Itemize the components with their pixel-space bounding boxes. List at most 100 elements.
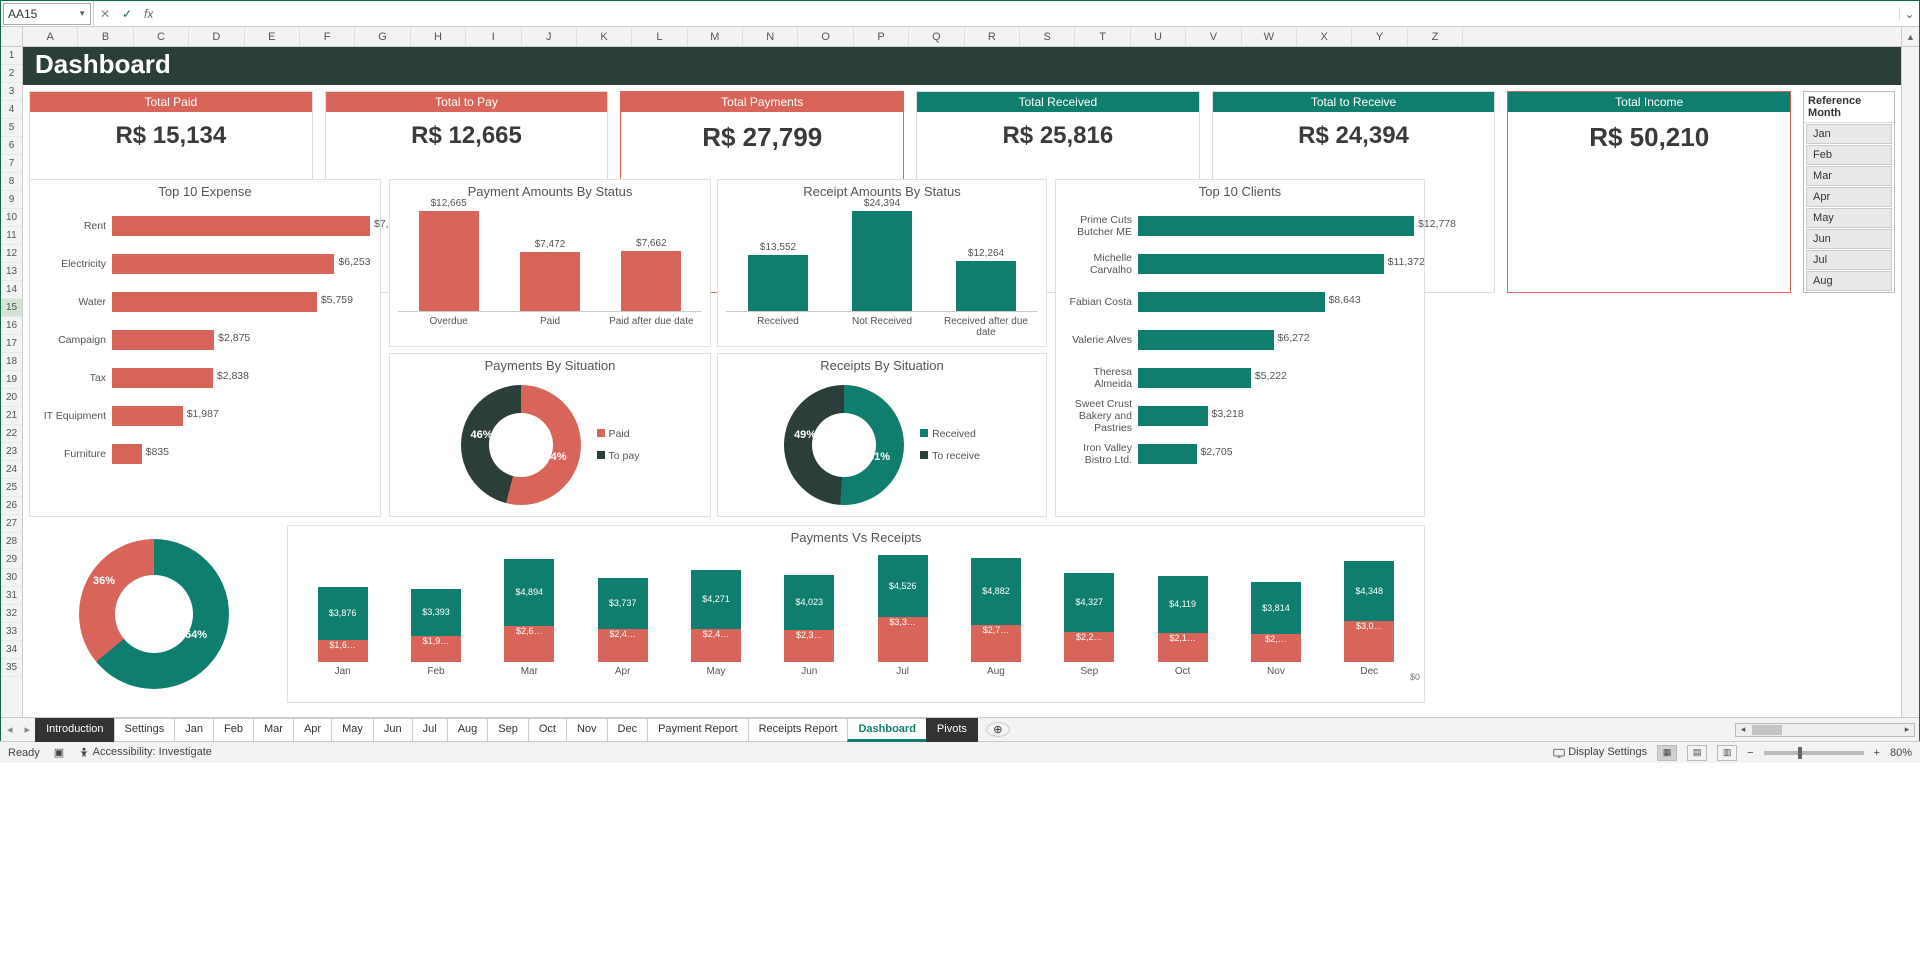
row-header-9[interactable]: 9 <box>1 191 22 209</box>
row-header-19[interactable]: 19 <box>1 371 22 389</box>
row-header-32[interactable]: 32 <box>1 605 22 623</box>
column-header-D[interactable]: D <box>189 27 244 46</box>
row-header-25[interactable]: 25 <box>1 479 22 497</box>
vertical-scrollbar[interactable] <box>1901 47 1919 717</box>
slicer-item-Jan[interactable]: Jan <box>1806 124 1892 144</box>
column-header-S[interactable]: S <box>1020 27 1075 46</box>
row-header-30[interactable]: 30 <box>1 569 22 587</box>
zoom-out-button[interactable]: − <box>1747 747 1753 759</box>
worksheet-grid[interactable]: Dashboard Total Paid R$ 15,134Total to P… <box>23 47 1901 717</box>
column-header-Z[interactable]: Z <box>1408 27 1463 46</box>
slicer-item-Mar[interactable]: Mar <box>1806 166 1892 186</box>
row-header-8[interactable]: 8 <box>1 173 22 191</box>
row-header-16[interactable]: 16 <box>1 317 22 335</box>
scroll-up-button[interactable]: ▲ <box>1901 27 1919 46</box>
row-header-34[interactable]: 34 <box>1 641 22 659</box>
slicer-item-May[interactable]: May <box>1806 208 1892 228</box>
chart-receipts-situation[interactable]: Receipts By Situation 49% 51% Received T… <box>717 353 1047 517</box>
row-header-21[interactable]: 21 <box>1 407 22 425</box>
row-header-29[interactable]: 29 <box>1 551 22 569</box>
column-header-X[interactable]: X <box>1297 27 1352 46</box>
row-header-4[interactable]: 4 <box>1 101 22 119</box>
sheet-tab-sep[interactable]: Sep <box>487 718 529 742</box>
column-header-C[interactable]: C <box>134 27 189 46</box>
slicer-item-Feb[interactable]: Feb <box>1806 145 1892 165</box>
row-header-20[interactable]: 20 <box>1 389 22 407</box>
zoom-in-button[interactable]: + <box>1874 747 1880 759</box>
slicer-item-Apr[interactable]: Apr <box>1806 187 1892 207</box>
sheet-tab-jul[interactable]: Jul <box>412 718 448 742</box>
row-header-27[interactable]: 27 <box>1 515 22 533</box>
column-header-E[interactable]: E <box>245 27 300 46</box>
sheet-tab-payment-report[interactable]: Payment Report <box>647 718 748 742</box>
sheet-tab-jun[interactable]: Jun <box>373 718 413 742</box>
column-header-J[interactable]: J <box>522 27 577 46</box>
row-header-28[interactable]: 28 <box>1 533 22 551</box>
column-header-N[interactable]: N <box>743 27 798 46</box>
slicer-item-Aug[interactable]: Aug <box>1806 271 1892 291</box>
chevron-down-icon[interactable]: ▼ <box>78 9 86 18</box>
row-header-24[interactable]: 24 <box>1 461 22 479</box>
row-header-18[interactable]: 18 <box>1 353 22 371</box>
chart-receipt-by-status[interactable]: Receipt Amounts By Status $13,552$24,394… <box>717 179 1047 347</box>
column-header-F[interactable]: F <box>300 27 355 46</box>
column-header-T[interactable]: T <box>1075 27 1130 46</box>
row-header-31[interactable]: 31 <box>1 587 22 605</box>
zoom-level[interactable]: 80% <box>1890 747 1912 759</box>
cancel-formula-button[interactable]: ✕ <box>94 7 116 21</box>
column-header-Q[interactable]: Q <box>909 27 964 46</box>
slicer-item-Jul[interactable]: Jul <box>1806 250 1892 270</box>
row-header-17[interactable]: 17 <box>1 335 22 353</box>
row-header-3[interactable]: 3 <box>1 83 22 101</box>
sheet-tab-feb[interactable]: Feb <box>213 718 254 742</box>
sheet-tab-oct[interactable]: Oct <box>528 718 567 742</box>
sheet-tab-may[interactable]: May <box>331 718 374 742</box>
chart-payments-vs-receipts[interactable]: Payments Vs Receipts $1,6…$3,876Jan$1,9…… <box>287 525 1425 703</box>
sheet-tab-jan[interactable]: Jan <box>174 718 214 742</box>
row-header-7[interactable]: 7 <box>1 155 22 173</box>
scroll-left-button[interactable]: ◂ <box>1736 724 1750 735</box>
add-sheet-button[interactable]: ⊕ <box>986 722 1010 737</box>
chart-payments-situation[interactable]: Payments By Situation 46% 54% Paid To pa… <box>389 353 711 517</box>
row-header-14[interactable]: 14 <box>1 281 22 299</box>
sheet-tab-dashboard[interactable]: Dashboard <box>847 718 926 742</box>
row-header-11[interactable]: 11 <box>1 227 22 245</box>
name-box[interactable]: AA15 ▼ <box>3 3 91 25</box>
column-header-K[interactable]: K <box>577 27 632 46</box>
column-header-H[interactable]: H <box>411 27 466 46</box>
tab-scroll-prev[interactable]: ▸ <box>19 723 37 736</box>
chart-top10-clients[interactable]: Top 10 Clients Prime Cuts Butcher ME $12… <box>1055 179 1425 517</box>
row-header-15[interactable]: 15 <box>1 299 22 317</box>
view-page-layout-button[interactable]: ▤ <box>1687 745 1707 761</box>
zoom-slider[interactable] <box>1764 751 1864 755</box>
row-header-23[interactable]: 23 <box>1 443 22 461</box>
column-header-P[interactable]: P <box>854 27 909 46</box>
macro-record-icon[interactable]: ▣ <box>54 746 64 759</box>
sheet-tab-aug[interactable]: Aug <box>447 718 489 742</box>
column-header-O[interactable]: O <box>798 27 853 46</box>
row-header-1[interactable]: 1 <box>1 47 22 65</box>
view-page-break-button[interactable]: ▥ <box>1717 745 1737 761</box>
accessibility-status[interactable]: Accessibility: Investigate <box>78 746 212 758</box>
formula-input[interactable] <box>159 3 1899 25</box>
column-header-B[interactable]: B <box>78 27 133 46</box>
sheet-tab-dec[interactable]: Dec <box>607 718 649 742</box>
expand-formula-bar-button[interactable]: ⌄ <box>1899 7 1919 21</box>
sheet-tab-apr[interactable]: Apr <box>293 718 332 742</box>
column-header-W[interactable]: W <box>1242 27 1297 46</box>
row-header-35[interactable]: 35 <box>1 659 22 677</box>
column-header-U[interactable]: U <box>1131 27 1186 46</box>
scroll-right-button[interactable]: ▸ <box>1900 724 1914 735</box>
row-header-5[interactable]: 5 <box>1 119 22 137</box>
row-header-13[interactable]: 13 <box>1 263 22 281</box>
accept-formula-button[interactable]: ✓ <box>116 7 138 21</box>
sheet-tab-receipts-report[interactable]: Receipts Report <box>748 718 849 742</box>
column-header-V[interactable]: V <box>1186 27 1241 46</box>
row-header-10[interactable]: 10 <box>1 209 22 227</box>
select-all-corner[interactable] <box>1 27 23 46</box>
sheet-tab-settings[interactable]: Settings <box>114 718 176 742</box>
column-header-G[interactable]: G <box>355 27 410 46</box>
chart-payment-by-status[interactable]: Payment Amounts By Status $12,665$7,472$… <box>389 179 711 347</box>
column-header-I[interactable]: I <box>466 27 521 46</box>
slicer-reference-month[interactable]: Reference MonthJanFebMarAprMayJunJulAug <box>1803 91 1895 293</box>
